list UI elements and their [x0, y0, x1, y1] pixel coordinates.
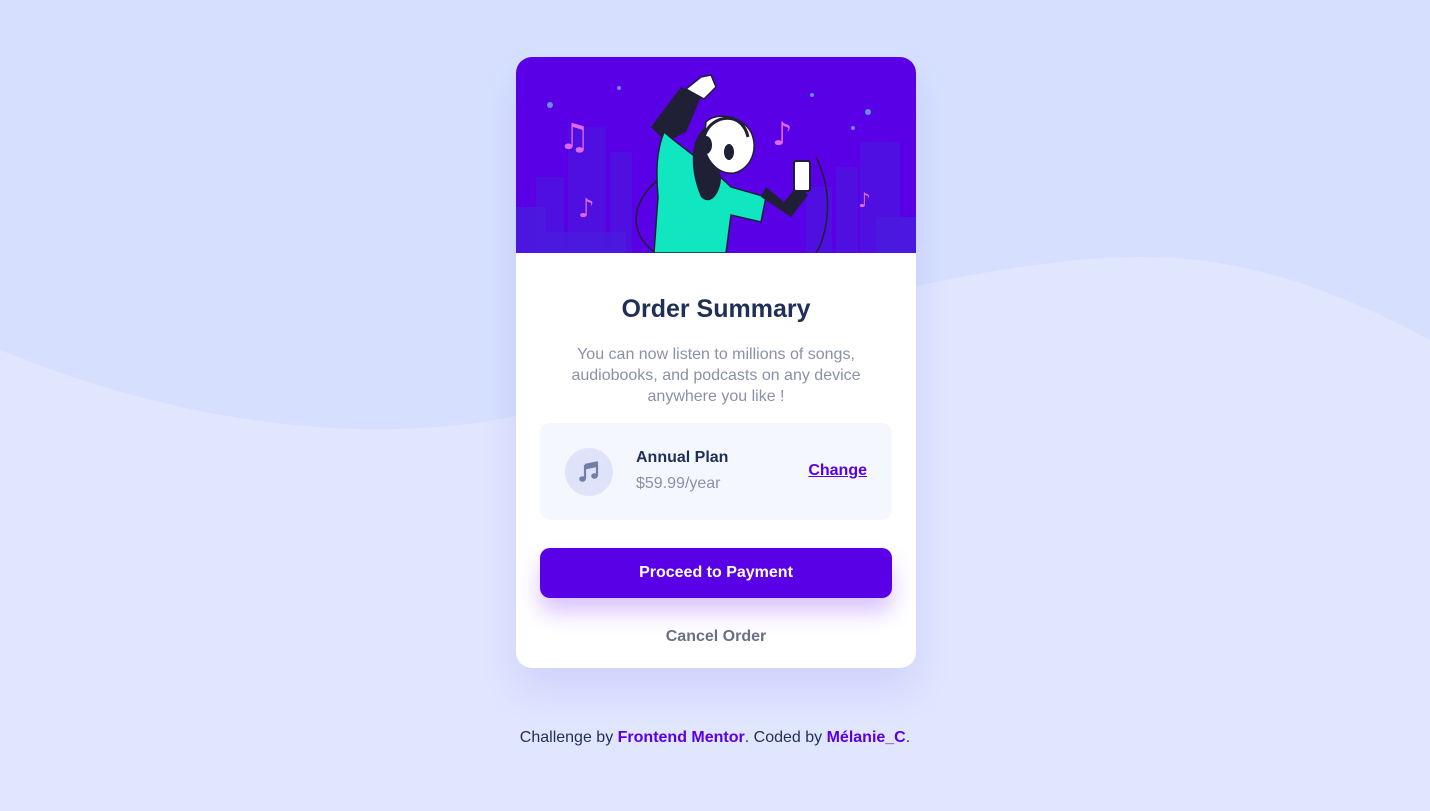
- plan-summary: Annual Plan $59.99/year Change: [540, 423, 892, 520]
- plan-price: $59.99/year: [636, 475, 721, 492]
- order-description: You can now listen to millions of songs,…: [571, 346, 861, 405]
- cancel-order-button[interactable]: Cancel Order: [516, 625, 916, 649]
- hero-illustration: ♫ ♪ ♪ ♪: [516, 57, 916, 253]
- change-plan-link[interactable]: Change: [808, 461, 867, 481]
- plan-name: Annual Plan: [636, 449, 729, 466]
- proceed-to-payment-button[interactable]: Proceed to Payment: [540, 548, 892, 598]
- svg-text:♪: ♪: [578, 194, 595, 224]
- svg-text:♪: ♪: [772, 115, 792, 153]
- footer-middle: . Coded by: [744, 729, 823, 746]
- music-note-icon: [565, 448, 613, 496]
- author-link[interactable]: Mélanie_C: [827, 729, 906, 746]
- footer-prefix: Challenge by: [519, 729, 614, 746]
- frontend-mentor-link[interactable]: Frontend Mentor: [618, 729, 745, 746]
- page-title: Order Summary: [621, 295, 811, 323]
- footer-suffix: .: [905, 729, 911, 746]
- attribution-footer: Challenge by Frontend Mentor. Coded by M…: [0, 726, 1430, 750]
- svg-text:♫: ♫: [558, 117, 590, 158]
- svg-text:♪: ♪: [858, 188, 871, 212]
- order-summary-card: ♫ ♪ ♪ ♪ Order Summary You can now listen…: [516, 57, 916, 668]
